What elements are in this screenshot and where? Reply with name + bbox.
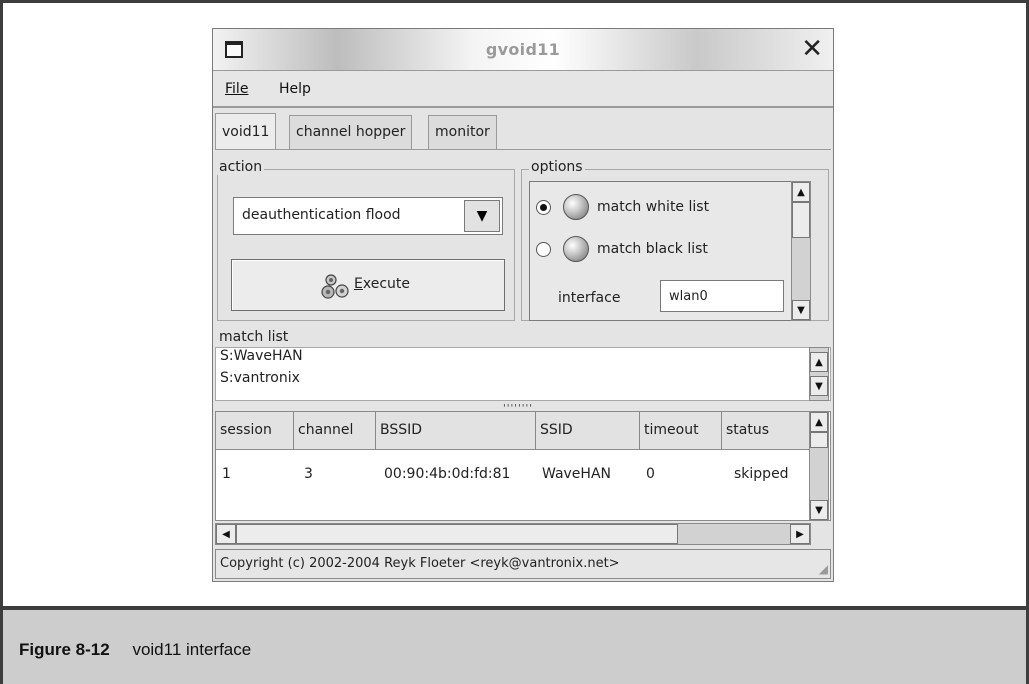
figure-number: Figure 8-12 [19,640,110,659]
close-icon[interactable]: ✕ [801,36,823,62]
column-header-bssid[interactable]: BSSID [376,412,536,450]
scroll-left-icon[interactable]: ◀ [216,524,236,544]
scroll-up-icon[interactable]: ▲ [810,352,828,372]
figure-caption: Figure 8-12 void11 interface [19,640,251,660]
cell-channel: 3 [304,466,313,482]
scroll-right-icon[interactable]: ▶ [790,524,810,544]
session-table: session channel BSSID SSID timeout statu… [215,411,831,521]
menu-file-label: File [225,81,249,97]
execute-label: Execute [354,276,410,292]
cell-status: skipped [734,466,789,482]
scroll-up-icon[interactable]: ▲ [810,412,828,432]
column-header-timeout[interactable]: timeout [640,412,722,450]
gears-icon [321,274,349,299]
menu-bar: File Help [213,71,833,108]
title-bar[interactable]: gvoid11 ✕ [213,29,833,71]
column-header-ssid[interactable]: SSID [536,412,640,450]
caption-bar: Figure 8-12 void11 interface [0,606,1029,684]
options-scrollbar[interactable]: ▲ ▼ [791,181,811,321]
match-list-label: match list [217,329,291,345]
chevron-down-icon[interactable]: ▼ [464,200,500,232]
status-bar: Copyright (c) 2002-2004 Reyk Floeter <re… [215,549,831,579]
action-select[interactable]: deauthentication flood ▼ [233,197,503,235]
menu-help[interactable]: Help [279,81,311,97]
execute-button[interactable]: Execute [231,259,505,311]
radio-button[interactable] [536,241,551,257]
column-header-status[interactable]: status [722,412,810,450]
scroll-thumb[interactable] [810,432,828,448]
cell-bssid: 00:90:4b:0d:fd:81 [384,466,511,482]
action-group-label: action [217,159,265,175]
column-header-session[interactable]: session [216,412,294,450]
status-text: Copyright (c) 2002-2004 Reyk Floeter <re… [220,556,620,571]
table-hscrollbar[interactable]: ◀ ▶ [215,523,811,545]
cell-timeout: 0 [646,466,655,482]
interface-label: interface [558,290,621,306]
tab-channel-hopper[interactable]: channel hopper [289,115,413,149]
tab-monitor[interactable]: monitor [428,115,497,149]
execute-label-rest: xecute [362,276,410,292]
ball-icon [563,194,589,220]
cell-ssid: WaveHAN [542,466,612,482]
match-list-area[interactable]: S:WaveHAN S:vantronix [215,347,831,401]
figure-caption-text: void11 interface [132,640,252,659]
tab-strip: void11 channel hopper monitor [213,113,833,149]
match-list-scrollbar[interactable]: ▲ ▼ [809,347,829,401]
scroll-down-icon[interactable]: ▼ [792,300,810,320]
radio-match-black[interactable]: match black list [536,236,708,262]
app-window: gvoid11 ✕ File Help void11 channel hoppe… [212,28,834,582]
tab-void11[interactable]: void11 [215,113,277,149]
resize-grip-icon[interactable]: ◢ [819,562,828,576]
scroll-down-icon[interactable]: ▼ [810,500,828,520]
column-header-channel[interactable]: channel [294,412,376,450]
options-group-label: options [529,159,585,175]
cell-session: 1 [222,466,231,482]
menu-file[interactable]: File [225,81,248,97]
radio-match-white[interactable]: match white list [536,194,709,220]
match-list-item[interactable]: S:WaveHAN [220,348,303,364]
scroll-thumb[interactable] [236,524,678,544]
ball-icon [563,236,589,262]
interface-field[interactable] [660,280,784,312]
match-list-item[interactable]: S:vantronix [220,370,300,386]
table-vscrollbar[interactable]: ▲ ▼ [809,411,829,521]
scroll-thumb[interactable] [792,202,810,238]
radio-black-label: match black list [597,241,708,257]
radio-white-label: match white list [597,199,710,215]
options-scroll-area: match white list match black list interf… [529,181,809,321]
action-select-value: deauthentication flood [242,207,401,223]
radio-button-selected[interactable] [536,199,551,215]
menu-help-label: Help [279,81,311,97]
scroll-up-icon[interactable]: ▲ [792,182,810,202]
window-title: gvoid11 [485,40,561,59]
scroll-down-icon[interactable]: ▼ [810,376,828,396]
